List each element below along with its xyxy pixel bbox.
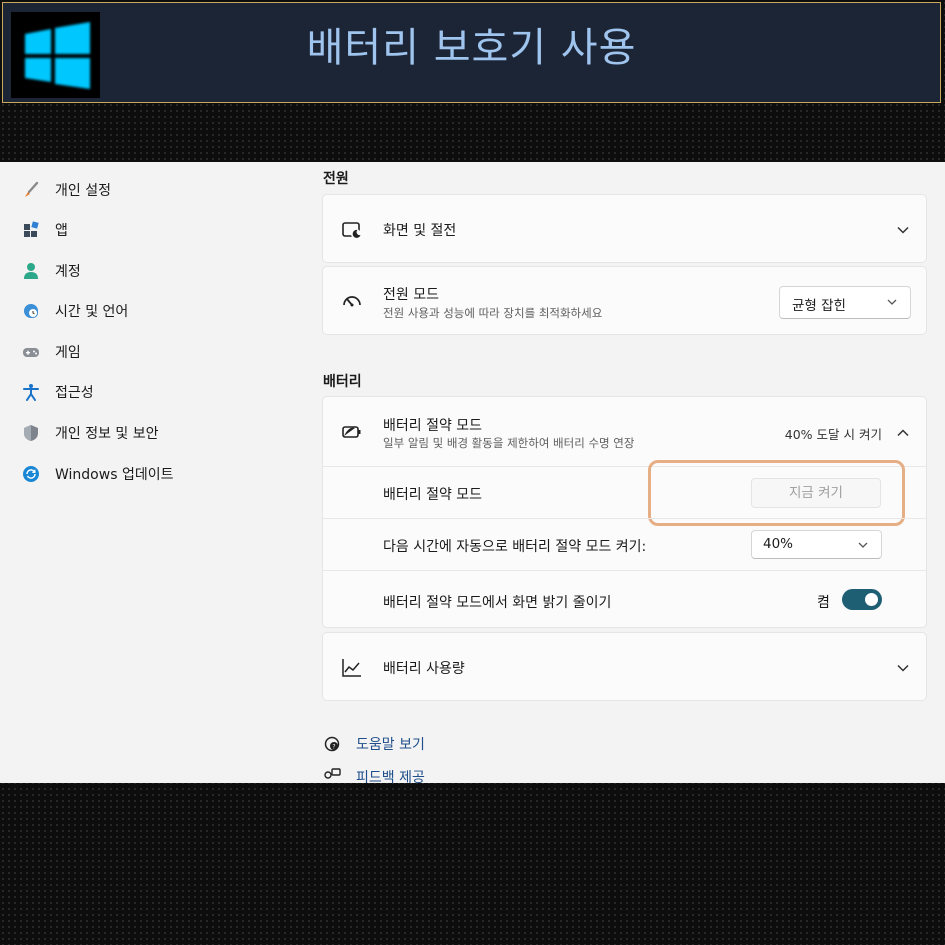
power-mode-value: 균형 잡힌: [792, 298, 846, 314]
chevron-down-icon: [886, 296, 898, 312]
divider: [323, 518, 926, 519]
battery-saver-subtitle: 일부 알림 및 배경 활동을 제한하여 배터리 수명 연장: [383, 436, 635, 450]
battery-usage-card[interactable]: 배터리 사용량: [322, 632, 927, 701]
chart-icon: [341, 657, 363, 679]
gamepad-icon: [20, 341, 42, 363]
update-icon: [20, 463, 42, 485]
chevron-down-icon[interactable]: [896, 222, 910, 236]
help-icon: ?: [322, 734, 342, 754]
apps-icon: [20, 219, 42, 241]
sidebar-item-accessibility[interactable]: 접근성: [20, 377, 94, 407]
battery-saver-card: 배터리 절약 모드 일부 알림 및 배경 활동을 제한하여 배터리 수명 연장 …: [322, 396, 927, 628]
auto-on-label: 다음 시간에 자동으로 배터리 절약 모드 켜기:: [383, 539, 647, 555]
feedback-link-label: 피드백 제공: [356, 770, 425, 783]
sidebar-item-apps[interactable]: 앱: [20, 215, 68, 245]
chevron-down-icon: [857, 539, 869, 555]
sidebar-item-label: 계정: [55, 264, 81, 280]
sidebar-item-label: 개인 정보 및 보안: [55, 426, 159, 442]
power-mode-dropdown[interactable]: 균형 잡힌: [779, 286, 911, 319]
dim-brightness-state: 켬: [817, 595, 830, 611]
sidebar-item-accounts[interactable]: 계정: [20, 256, 81, 286]
settings-window: 개인 설정 앱 계정 시간 및 언어 게임 접근성 개인 정보 및 보안 Win…: [0, 162, 945, 783]
divider: [323, 570, 926, 571]
sidebar-item-label: Windows 업데이트: [55, 467, 174, 483]
power-mode-subtitle: 전원 사용과 성능에 따라 장치를 최적화하세요: [383, 306, 603, 320]
auto-on-dropdown[interactable]: 40%: [751, 530, 882, 559]
account-icon: [20, 260, 42, 282]
power-section-title: 전원: [323, 171, 349, 187]
help-link-label: 도움말 보기: [356, 737, 425, 753]
feedback-icon: [322, 767, 342, 783]
battery-section-title: 배터리: [323, 374, 362, 390]
sidebar-item-personalization[interactable]: 개인 설정: [20, 175, 111, 205]
battery-saver-icon: [341, 421, 363, 443]
chevron-down-icon[interactable]: [896, 660, 910, 674]
highlight-frame: [648, 460, 905, 526]
power-mode-card: 전원 모드 전원 사용과 성능에 따라 장치를 최적화하세요 균형 잡힌: [322, 266, 927, 335]
help-link[interactable]: ? 도움말 보기: [322, 734, 425, 754]
title-banner: 배터리 보호기 사용: [2, 2, 941, 103]
sidebar-item-label: 시간 및 언어: [55, 304, 129, 320]
gauge-icon: [341, 291, 363, 313]
sidebar-item-label: 앱: [55, 223, 68, 239]
sidebar-item-label: 접근성: [55, 385, 94, 401]
chevron-up-icon[interactable]: [896, 425, 910, 439]
battery-saver-status: 40% 도달 시 켜기: [784, 427, 882, 442]
power-mode-title: 전원 모드: [383, 287, 439, 303]
battery-usage-title: 배터리 사용량: [383, 661, 465, 677]
screen-sleep-card[interactable]: 화면 및 절전: [322, 194, 927, 263]
globe-clock-icon: [20, 300, 42, 322]
screen-sleep-title: 화면 및 절전: [383, 223, 457, 239]
banner-title: 배터리 보호기 사용: [306, 25, 637, 71]
sidebar-item-label: 개인 설정: [55, 183, 111, 199]
sidebar-item-privacy-security[interactable]: 개인 정보 및 보안: [20, 418, 159, 448]
sidebar-item-label: 게임: [55, 345, 81, 361]
dim-brightness-toggle[interactable]: [842, 589, 882, 610]
sidebar-item-gaming[interactable]: 게임: [20, 337, 81, 367]
accessibility-icon: [20, 381, 42, 403]
sidebar-item-time-language[interactable]: 시간 및 언어: [20, 296, 128, 326]
battery-saver-title: 배터리 절약 모드: [383, 418, 483, 434]
battery-saver-now-label: 배터리 절약 모드: [383, 487, 483, 503]
svg-text:?: ?: [332, 744, 335, 751]
auto-on-value: 40%: [763, 536, 794, 552]
sidebar-item-windows-update[interactable]: Windows 업데이트: [20, 459, 173, 489]
toggle-knob: [865, 593, 878, 606]
feedback-link[interactable]: 피드백 제공: [322, 767, 425, 783]
dim-brightness-label: 배터리 절약 모드에서 화면 밝기 줄이기: [383, 595, 612, 611]
shield-icon: [20, 422, 42, 444]
screen-sleep-icon: [341, 219, 363, 241]
brush-icon: [20, 179, 42, 201]
